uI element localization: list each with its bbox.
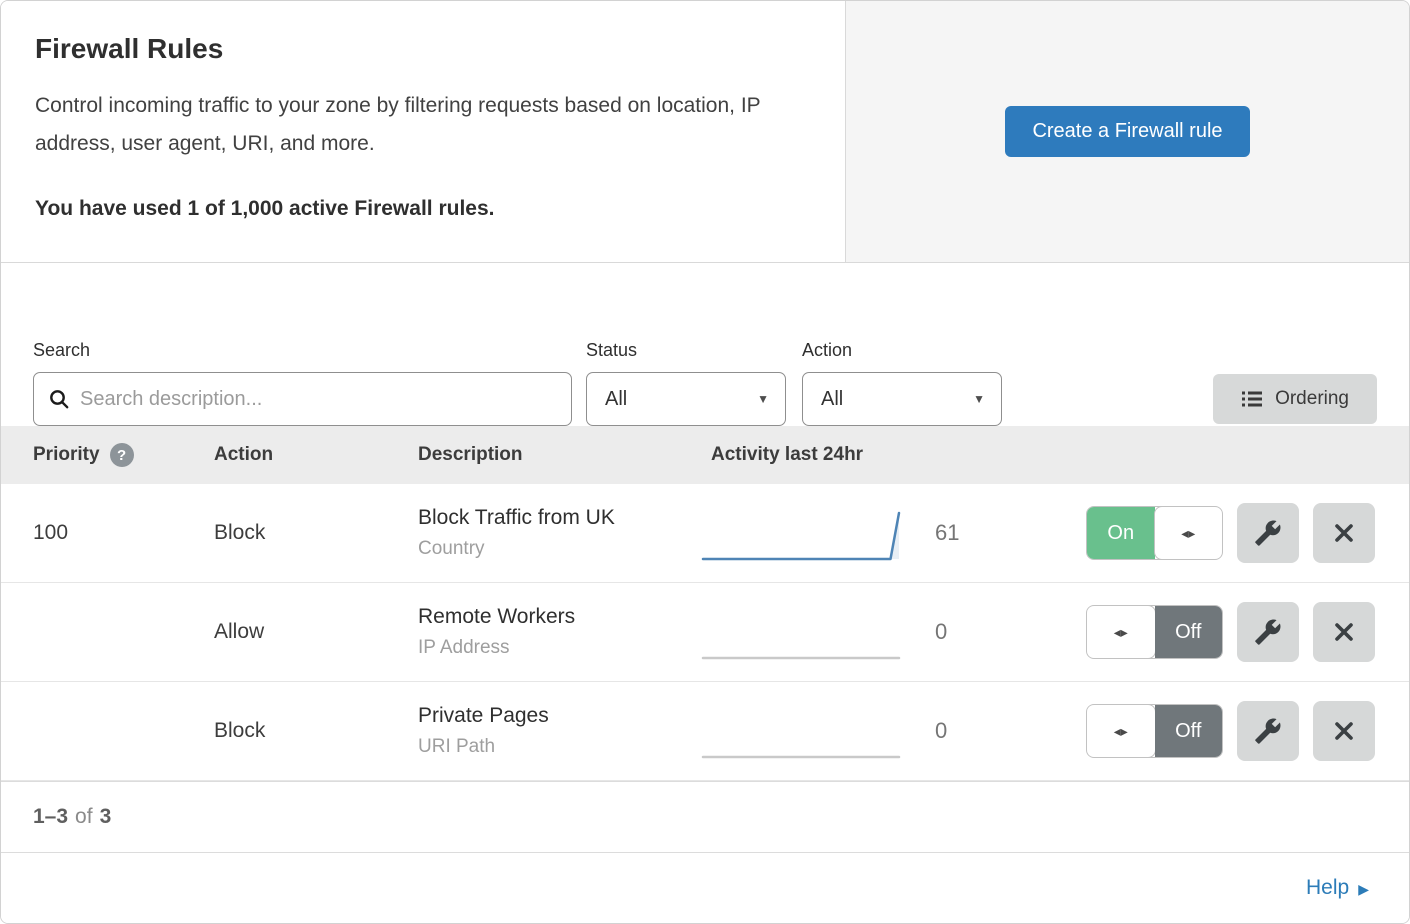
action-select[interactable]: All ▼ bbox=[802, 372, 1002, 426]
column-description: Description bbox=[418, 444, 701, 466]
filter-bar: Search Status All ▼ Action All ▼ bbox=[1, 263, 1409, 426]
action-select-value: All bbox=[821, 388, 843, 411]
rule-action: Block bbox=[214, 719, 418, 743]
rule-name: Block Traffic from UK bbox=[418, 506, 701, 530]
rule-match-type: Country bbox=[418, 538, 701, 560]
rule-controls: ◂▸ Off bbox=[1001, 602, 1409, 662]
rule-name: Private Pages bbox=[418, 704, 701, 728]
pagination-bar: 1–3 of 3 bbox=[1, 781, 1409, 852]
toggle-off-label: Off bbox=[1155, 606, 1223, 658]
search-box bbox=[33, 372, 572, 426]
ordering-list-icon bbox=[1241, 389, 1263, 409]
search-input[interactable] bbox=[80, 388, 557, 411]
usage-note: You have used 1 of 1,000 active Firewall… bbox=[35, 197, 811, 221]
pagination-of: of bbox=[75, 805, 93, 829]
table-row: 100 Block Block Traffic from UK Country … bbox=[1, 484, 1409, 583]
toggle-handle-arrows-icon: ◂▸ bbox=[1086, 704, 1156, 758]
help-link-label: Help bbox=[1306, 876, 1349, 900]
chevron-down-icon: ▼ bbox=[757, 392, 769, 406]
pagination-total: 3 bbox=[100, 805, 112, 829]
chevron-down-icon: ▼ bbox=[973, 392, 985, 406]
close-icon bbox=[1332, 620, 1356, 644]
table-header: Priority ? Action Description Activity l… bbox=[1, 426, 1409, 484]
rule-action: Block bbox=[214, 521, 418, 545]
close-icon bbox=[1332, 719, 1356, 743]
action-label: Action bbox=[802, 340, 1002, 361]
wrench-icon bbox=[1254, 519, 1282, 547]
ordering-button[interactable]: Ordering bbox=[1213, 374, 1377, 424]
rule-enable-toggle[interactable]: ◂▸ Off bbox=[1086, 704, 1223, 758]
header-text-panel: Firewall Rules Control incoming traffic … bbox=[1, 1, 846, 262]
action-group: Action All ▼ bbox=[802, 340, 1002, 426]
toggle-handle-arrows-icon: ◂▸ bbox=[1154, 506, 1224, 560]
rule-controls: On ◂▸ bbox=[1001, 503, 1409, 563]
create-firewall-rule-button[interactable]: Create a Firewall rule bbox=[1005, 106, 1249, 157]
edit-rule-button[interactable] bbox=[1237, 602, 1299, 662]
page-title: Firewall Rules bbox=[35, 33, 811, 65]
firewall-rules-card: Firewall Rules Control incoming traffic … bbox=[0, 0, 1410, 924]
page-description: Control incoming traffic to your zone by… bbox=[35, 87, 810, 163]
rule-description: Remote Workers IP Address bbox=[418, 605, 701, 659]
pagination-range: 1–3 bbox=[33, 805, 68, 829]
ordering-button-label: Ordering bbox=[1275, 388, 1349, 410]
column-priority-label: Priority bbox=[33, 444, 100, 466]
rule-enable-toggle[interactable]: On ◂▸ bbox=[1086, 506, 1223, 560]
activity-sparkline bbox=[701, 698, 911, 765]
wrench-icon bbox=[1254, 717, 1282, 745]
rule-priority: 100 bbox=[33, 521, 214, 545]
activity-count: 0 bbox=[911, 619, 1001, 645]
activity-sparkline bbox=[701, 500, 911, 567]
table-row: Allow Remote Workers IP Address 0 ◂▸ Off bbox=[1, 583, 1409, 682]
search-label: Search bbox=[33, 340, 572, 361]
rule-match-type: IP Address bbox=[418, 637, 701, 659]
rule-controls: ◂▸ Off bbox=[1001, 701, 1409, 761]
rule-enable-toggle[interactable]: ◂▸ Off bbox=[1086, 605, 1223, 659]
wrench-icon bbox=[1254, 618, 1282, 646]
activity-count: 0 bbox=[911, 718, 1001, 744]
delete-rule-button[interactable] bbox=[1313, 701, 1375, 761]
help-link[interactable]: Help ▶ bbox=[1306, 876, 1369, 900]
delete-rule-button[interactable] bbox=[1313, 503, 1375, 563]
activity-sparkline bbox=[701, 599, 911, 666]
search-group: Search bbox=[33, 340, 572, 426]
question-mark-icon[interactable]: ? bbox=[110, 443, 134, 467]
column-priority: Priority ? bbox=[33, 443, 214, 467]
rule-description: Block Traffic from UK Country bbox=[418, 506, 701, 560]
edit-rule-button[interactable] bbox=[1237, 701, 1299, 761]
close-icon bbox=[1332, 521, 1356, 545]
edit-rule-button[interactable] bbox=[1237, 503, 1299, 563]
status-select[interactable]: All ▼ bbox=[586, 372, 786, 426]
toggle-on-label: On bbox=[1087, 507, 1155, 559]
rule-name: Remote Workers bbox=[418, 605, 701, 629]
magnifier-icon bbox=[48, 388, 70, 410]
arrow-right-icon: ▶ bbox=[1358, 879, 1369, 898]
header-action-panel: Create a Firewall rule bbox=[846, 1, 1409, 262]
toggle-off-label: Off bbox=[1155, 705, 1223, 757]
rule-action: Allow bbox=[214, 620, 418, 644]
column-action: Action bbox=[214, 444, 418, 466]
header: Firewall Rules Control incoming traffic … bbox=[1, 1, 1409, 263]
toggle-handle-arrows-icon: ◂▸ bbox=[1086, 605, 1156, 659]
rule-match-type: URI Path bbox=[418, 736, 701, 758]
status-group: Status All ▼ bbox=[586, 340, 786, 426]
table-row: Block Private Pages URI Path 0 ◂▸ Off bbox=[1, 682, 1409, 781]
status-label: Status bbox=[586, 340, 786, 361]
status-select-value: All bbox=[605, 388, 627, 411]
delete-rule-button[interactable] bbox=[1313, 602, 1375, 662]
activity-count: 61 bbox=[911, 520, 1001, 546]
rule-description: Private Pages URI Path bbox=[418, 704, 701, 758]
help-bar: Help ▶ bbox=[1, 852, 1409, 923]
column-activity: Activity last 24hr bbox=[701, 444, 1001, 466]
